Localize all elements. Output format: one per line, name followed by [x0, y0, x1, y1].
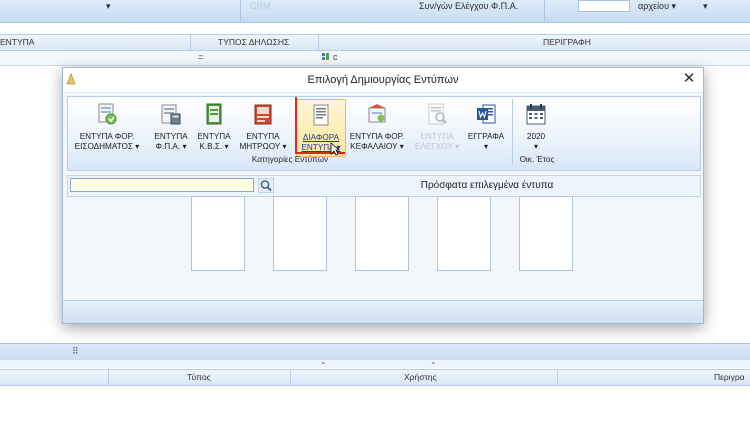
ribbon-button-label: ΕΝΤΥΠΑ ΦΟΡ. ΕΙΣΟΔΗΜΑΤΟΣ ▾	[74, 132, 140, 151]
recent-form-thumbnail[interactable]	[191, 196, 245, 271]
crm-label[interactable]: CRM	[250, 1, 271, 11]
income-tax-forms-button[interactable]: ΕΝΤΥΠΑ ΦΟΡ. ΕΙΣΟΔΗΜΑΤΟΣ ▾	[72, 99, 142, 155]
ribbon-button-label: ΕΝΤΥΠΑ ΦΟΡ. ΚΕΦΑΛΑΙΟΥ ▾	[349, 132, 405, 151]
column-header-declaration-type[interactable]: ΤΥΠΟΣ ΔΗΛΩΣΗΣ	[218, 37, 289, 47]
chevron-down-icon[interactable]: ⌄	[320, 357, 327, 366]
grid-filter-row: = c	[0, 51, 750, 66]
calendar-icon	[526, 104, 546, 125]
capital-tax-forms-button[interactable]: ΕΝΤΥΠΑ ΦΟΡ. ΚΕΦΑΛΑΙΟΥ ▾	[346, 99, 408, 155]
capital-tax-icon	[368, 104, 386, 123]
forms-creation-dialog: Επιλογή Δημιουργίας Εντύπων ✕ ΕΝΤΥΠΑ ΦΟΡ…	[62, 67, 704, 324]
documents-button[interactable]: ΕΓΓΡΑΦΑ ▾	[464, 99, 508, 155]
ribbon-button-label: ΕΝΤΥΠΑ Κ.Β.Σ. ▾	[197, 132, 231, 151]
tax-income-icon	[98, 103, 117, 125]
search-bar: Πρόσφατα επιλεγμένα έντυπα	[67, 175, 701, 197]
misc-forms-icon	[313, 104, 329, 126]
kbs-forms-button[interactable]: ΕΝΤΥΠΑ Κ.Β.Σ. ▾	[194, 99, 234, 155]
bottom-grid-header: Τύπος Χρήστης Περιγρα	[0, 369, 750, 386]
dropdown-arrow[interactable]: ▾	[106, 1, 111, 12]
dialog-titlebar[interactable]: Επιλογή Δημιουργίας Εντύπων ✕	[63, 68, 703, 93]
toolbar-segment	[0, 0, 241, 22]
ribbon-button-label: ΕΝΤΥΠΑ ΕΛΕΓΧΟΥ ▾	[414, 132, 460, 151]
vat-check-label[interactable]: Συν/γών Ελέγχου Φ.Π.Α.	[419, 1, 518, 11]
forms-grid-header: ΕΝΤΥΠΑ ΤΥΠΟΣ ΔΗΛΩΣΗΣ ΠΕΡΙΓΡΑΦΗ	[0, 34, 750, 51]
equals-filter-icon[interactable]: =	[198, 52, 203, 62]
registry-forms-icon	[254, 104, 272, 125]
ribbon-group-label-year: Οικ. Έτος	[519, 155, 555, 164]
column-header-forms[interactable]: ΕΝΤΥΠΑ	[0, 37, 34, 47]
ribbon-button-label: 2020 ▾	[526, 132, 546, 151]
background-toolbar: ▾ CRM Συν/γών Ελέγχου Φ.Π.Α. αρχείου ▾ ▾	[0, 0, 750, 23]
ribbon-button-label: ΕΓΓΡΑΦΑ ▾	[467, 132, 505, 151]
dropdown-arrow[interactable]: ▾	[703, 1, 708, 12]
drag-handle-icon[interactable]: ⠿	[72, 346, 79, 357]
audit-forms-button[interactable]: ΕΝΤΥΠΑ ΕΛΕΓΧΟΥ ▾	[414, 99, 460, 155]
recent-forms-title: Πρόσφατα επιλεγμένα έντυπα	[420, 180, 554, 191]
dialog-title: Επιλογή Δημιουργίας Εντύπων	[307, 74, 459, 86]
ribbon-button-label: ΕΝΤΥΠΑ ΜΗΤΡΩΟΥ ▾	[239, 132, 287, 151]
recent-form-thumbnail[interactable]	[355, 196, 409, 271]
ribbon-group-label-categories: Κατηγορίες Εντύπων	[251, 155, 329, 164]
close-button[interactable]: ✕	[680, 70, 698, 88]
toolbar-field[interactable]	[578, 0, 630, 12]
ribbon-button-label: ΕΝΤΥΠΑ Φ.Π.Α. ▾	[154, 132, 188, 151]
column-header-description[interactable]: ΠΕΡΙΓΡΑΦΗ	[543, 37, 591, 47]
kbs-forms-icon	[206, 103, 222, 125]
column-header-user[interactable]: Χρήστης	[404, 372, 437, 382]
recent-form-thumbnail[interactable]	[519, 196, 573, 271]
recent-form-thumbnail[interactable]	[273, 196, 327, 271]
word-document-icon	[477, 104, 496, 124]
search-icon[interactable]	[258, 178, 274, 193]
audit-forms-icon	[428, 103, 447, 125]
recent-form-thumbnail[interactable]	[437, 196, 491, 271]
fiscal-year-button[interactable]: 2020 ▾	[516, 99, 556, 155]
contains-filter-icon[interactable]	[322, 52, 332, 63]
registry-forms-button[interactable]: ΕΝΤΥΠΑ ΜΗΤΡΩΟΥ ▾	[238, 99, 288, 155]
column-header-description[interactable]: Περιγρα	[714, 372, 745, 382]
recent-forms-gallery	[63, 196, 703, 306]
highlight-marker	[295, 97, 297, 153]
column-header-type[interactable]: Τύπος	[187, 372, 211, 382]
dialog-footer	[63, 300, 703, 323]
search-input[interactable]	[70, 178, 254, 192]
background-bottom-panel-header: ⠿	[0, 343, 750, 360]
chevron-down-icon[interactable]: ⌄	[430, 357, 437, 366]
background-splitter[interactable]: ⌄ ⌄	[0, 357, 750, 368]
mouse-cursor-icon	[330, 142, 340, 156]
vat-forms-icon	[161, 104, 181, 125]
filter-icon	[322, 53, 329, 60]
contains-filter-label: c	[333, 52, 338, 62]
vat-forms-button[interactable]: ΕΝΤΥΠΑ Φ.Π.Α. ▾	[150, 99, 192, 155]
forms-ribbon: ΕΝΤΥΠΑ ΦΟΡ. ΕΙΣΟΔΗΜΑΤΟΣ ▾ ΕΝΤΥΠΑ Φ.Π.Α. ▾	[67, 96, 701, 171]
file-menu-label[interactable]: αρχείου ▾	[638, 1, 676, 12]
